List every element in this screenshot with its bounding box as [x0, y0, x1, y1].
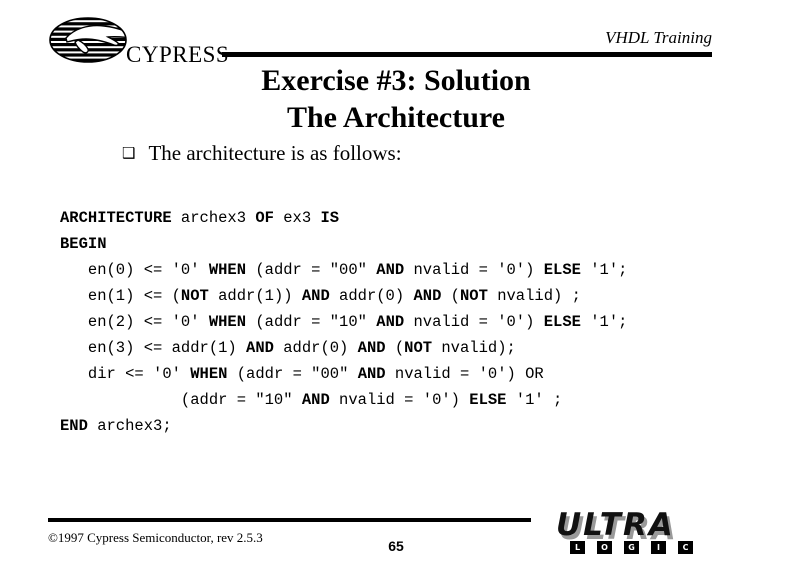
code-text: nvalid = '0') OR [385, 365, 544, 383]
cypress-logo: CYPRESS [48, 16, 229, 68]
ultralogic-letter-box: G [624, 541, 639, 554]
code-line: BEGIN [60, 231, 760, 257]
code-line: dir <= '0' WHEN (addr = "00" AND nvalid … [60, 361, 760, 387]
ultralogic-wordmark: ULTRA [556, 507, 675, 543]
code-text: en(0) <= '0' [60, 261, 209, 279]
page-title-line2: The Architecture [286, 101, 505, 134]
code-text: (addr = "00" [246, 261, 377, 279]
ultralogic-logo: ULTRA LOGIC [544, 507, 748, 558]
page-title-line1: Exercise #3: Solution [261, 64, 531, 97]
ultralogic-letter-box: I [651, 541, 666, 554]
code-keyword: AND [301, 391, 330, 409]
code-keyword: ELSE [543, 313, 581, 331]
code-keyword: WHEN [208, 313, 247, 331]
code-text: (addr = "10" [246, 313, 377, 331]
code-text: '1' ; [506, 391, 563, 409]
code-text: (addr = "10" [60, 391, 302, 409]
code-text: ( [441, 287, 460, 305]
code-keyword: AND [357, 339, 386, 357]
code-text: archex3 [171, 209, 256, 227]
course-label: VHDL Training [605, 28, 712, 47]
code-keyword: AND [357, 365, 386, 383]
bullet-item-label: The architecture is as follows: [148, 141, 402, 165]
footer-divider [48, 518, 531, 522]
code-keyword: AND [413, 287, 442, 305]
ultralogic-letter-box: C [678, 541, 693, 554]
code-text: nvalid = '0') [404, 261, 544, 279]
code-keyword: NOT [180, 287, 209, 305]
code-keyword: NOT [404, 339, 433, 357]
code-text: '1'; [580, 313, 628, 331]
bullet-circle-icon: ❑ [122, 144, 136, 162]
code-line: en(2) <= '0' WHEN (addr = "10" AND nvali… [60, 309, 760, 335]
code-keyword: WHEN [190, 365, 228, 383]
code-keyword: AND [376, 261, 405, 279]
code-text: addr(0) [329, 287, 414, 305]
code-line: ARCHITECTURE archex3 OF ex3 IS [60, 205, 760, 231]
code-keyword: ELSE [543, 261, 581, 279]
code-keyword: WHEN [208, 261, 247, 279]
code-keyword: ELSE [469, 391, 507, 409]
code-keyword: NOT [459, 287, 488, 305]
code-line: en(1) <= (NOT addr(1)) AND addr(0) AND (… [60, 283, 760, 309]
ultralogic-letter-box: L [570, 541, 585, 554]
code-text: ex3 [273, 209, 321, 227]
code-line: (addr = "10" AND nvalid = '0') ELSE '1' … [60, 387, 760, 413]
code-text: nvalid) ; [487, 287, 581, 305]
code-text: addr(1)) [208, 287, 302, 305]
bullet-item: ❑ The architecture is as follows: [122, 141, 402, 165]
code-keyword: BEGIN [60, 235, 107, 253]
ultralogic-letter-box: O [597, 541, 612, 554]
code-text: en(1) <= ( [60, 287, 181, 305]
code-text: addr(0) [273, 339, 358, 357]
vhdl-code-block: ARCHITECTURE archex3 OF ex3 IS BEGIN en(0… [60, 205, 760, 439]
code-keyword: AND [376, 313, 405, 331]
code-line: en(3) <= addr(1) AND addr(0) AND (NOT nv… [60, 335, 760, 361]
code-text: nvalid = '0') [329, 391, 470, 409]
page-title: Exercise #3: Solution The Architecture [0, 62, 792, 136]
code-text: '1'; [580, 261, 628, 279]
code-keyword: AND [301, 287, 330, 305]
code-text: (addr = "00" [227, 365, 358, 383]
slide-header: CYPRESS VHDL Training [0, 0, 792, 70]
code-line: en(0) <= '0' WHEN (addr = "00" AND nvali… [60, 257, 760, 283]
code-keyword: END [60, 417, 88, 435]
ultralogic-sub-letters: LOGIC [570, 541, 693, 554]
code-text: archex3; [87, 417, 172, 435]
code-text: dir <= '0' [60, 365, 191, 383]
code-text: ( [385, 339, 405, 357]
code-text: en(2) <= '0' [60, 313, 209, 331]
code-keyword: AND [246, 339, 274, 357]
code-keyword: IS [320, 209, 340, 227]
code-line: END archex3; [60, 413, 760, 439]
code-keyword: OF [255, 209, 274, 227]
code-keyword: ARCHITECTURE [60, 209, 172, 227]
code-text: en(3) <= addr(1) [60, 339, 247, 357]
code-text: nvalid); [432, 339, 516, 357]
header-divider [222, 52, 712, 57]
code-text: nvalid = '0') [404, 313, 544, 331]
